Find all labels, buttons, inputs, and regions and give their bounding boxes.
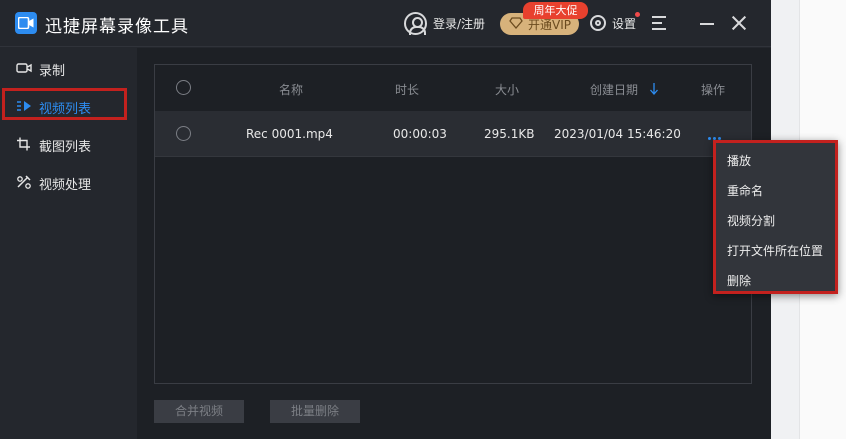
table-row[interactable]: Rec 0001.mp4 00:00:03 295.1KB 2023/01/04… bbox=[155, 111, 751, 157]
table-header: 名称 时长 大小 创建日期 操作 bbox=[155, 65, 751, 111]
menu-item-rename[interactable]: 重命名 bbox=[727, 182, 763, 199]
cell-duration: 00:00:03 bbox=[393, 127, 447, 141]
login-register-link[interactable]: 登录/注册 bbox=[433, 15, 485, 32]
sidebar-item-label: 视频处理 bbox=[39, 178, 92, 193]
close-icon[interactable] bbox=[731, 15, 747, 31]
menu-item-split-video[interactable]: 视频分割 bbox=[727, 212, 775, 229]
row-context-menu: 播放 重命名 视频分割 打开文件所在位置 删除 bbox=[713, 140, 838, 294]
video-table: 名称 时长 大小 创建日期 操作 Rec 0001.mp4 00:00:03 2… bbox=[154, 64, 752, 384]
sidebar-item-label: 录制 bbox=[39, 64, 66, 79]
title-bar: 迅捷屏幕录像工具 登录/注册 开通VIP 周年大促 设置 bbox=[0, 0, 771, 47]
menu-item-delete[interactable]: 删除 bbox=[727, 272, 751, 289]
user-avatar-icon[interactable] bbox=[404, 12, 427, 35]
menu-item-play[interactable]: 播放 bbox=[727, 152, 751, 169]
settings-button[interactable]: 设置 bbox=[612, 15, 636, 32]
row-select-radio[interactable] bbox=[176, 126, 191, 141]
screenshot-list-icon bbox=[17, 137, 30, 151]
notification-dot bbox=[635, 12, 640, 17]
app-logo-icon bbox=[15, 12, 37, 34]
video-tools-icon bbox=[17, 175, 31, 189]
minimize-icon[interactable] bbox=[700, 23, 714, 25]
sidebar-item-screenshot-list[interactable]: 截图列表 bbox=[0, 127, 137, 161]
batch-delete-button[interactable]: 批量删除 bbox=[270, 400, 360, 423]
active-item-highlight bbox=[2, 88, 127, 120]
menu-item-open-file-location[interactable]: 打开文件所在位置 bbox=[727, 242, 823, 259]
app-root: 迅捷屏幕录像工具 登录/注册 开通VIP 周年大促 设置 录制 视频列表 截图列… bbox=[0, 0, 846, 439]
column-header-created-date[interactable]: 创建日期 bbox=[590, 81, 638, 98]
sidebar-item-record[interactable]: 录制 bbox=[0, 51, 137, 85]
cell-size: 295.1KB bbox=[484, 127, 535, 141]
sidebar-item-video-tools[interactable]: 视频处理 bbox=[0, 165, 137, 199]
column-header-name[interactable]: 名称 bbox=[279, 81, 303, 98]
column-header-size[interactable]: 大小 bbox=[495, 81, 519, 98]
record-icon bbox=[16, 63, 32, 73]
promo-badge[interactable]: 周年大促 bbox=[523, 2, 588, 19]
settings-gear-icon[interactable] bbox=[590, 15, 606, 31]
app-window: 迅捷屏幕录像工具 登录/注册 开通VIP 周年大促 设置 录制 视频列表 截图列… bbox=[0, 0, 771, 439]
column-header-actions: 操作 bbox=[701, 83, 726, 97]
app-title: 迅捷屏幕录像工具 bbox=[45, 17, 189, 37]
merge-videos-button[interactable]: 合并视频 bbox=[154, 400, 244, 423]
sidebar-item-label: 截图列表 bbox=[39, 140, 92, 155]
cell-created-date: 2023/01/04 15:46:20 bbox=[554, 127, 681, 141]
column-header-duration[interactable]: 时长 bbox=[395, 81, 419, 98]
menu-icon[interactable] bbox=[652, 16, 666, 30]
diamond-icon bbox=[509, 17, 523, 29]
cell-file-name: Rec 0001.mp4 bbox=[246, 127, 333, 141]
select-all-radio[interactable] bbox=[176, 80, 191, 95]
sort-down-icon[interactable] bbox=[649, 83, 659, 95]
